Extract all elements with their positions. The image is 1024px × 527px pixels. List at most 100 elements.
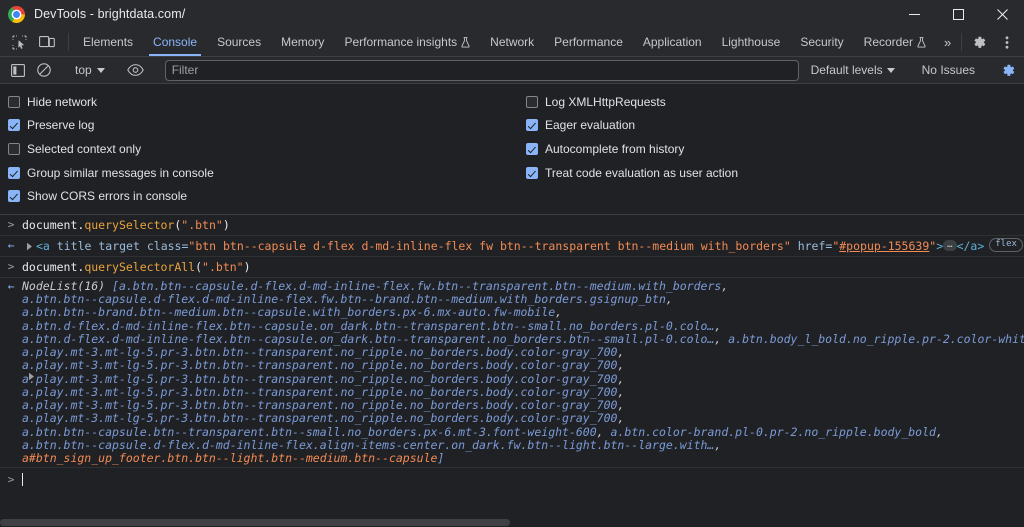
nodelist-item: a.play.mt-3.mt-lg-5.pr-3.btn.btn--transp…: [22, 358, 617, 372]
expand-arrow[interactable]: [22, 238, 36, 251]
tab-performance[interactable]: Performance: [544, 28, 633, 56]
window-controls: [892, 0, 1024, 28]
nodelist-item: a#btn_sign_up_footer.btn.btn--light.btn-…: [22, 451, 437, 465]
device-toolbar-icon[interactable]: [34, 30, 60, 54]
tab-security[interactable]: Security: [790, 28, 853, 56]
nodelist-item: a.btn.color-brand.pl-0.pr-2.no_ripple.bo…: [611, 425, 936, 439]
html-attr-href-name: href=: [798, 239, 833, 253]
tab-console[interactable]: Console: [143, 28, 207, 56]
show-console-sidebar-icon[interactable]: [6, 59, 30, 81]
tab-network[interactable]: Network: [480, 28, 544, 56]
maximize-icon[interactable]: [936, 0, 980, 28]
command-object: document: [22, 218, 77, 232]
checkbox-checked-icon[interactable]: [526, 143, 538, 155]
console-message-list[interactable]: > document.querySelector(".btn") ← <a ti…: [0, 215, 1024, 527]
setting-group-similar-messages[interactable]: Group similar messages in console: [8, 161, 526, 185]
tab-label: Elements: [83, 35, 133, 49]
tab-memory[interactable]: Memory: [271, 28, 334, 56]
setting-label: Treat code evaluation as user action: [545, 166, 738, 180]
html-attr-class-name: class=: [147, 239, 189, 253]
checkbox-checked-icon[interactable]: [8, 190, 20, 202]
tab-application[interactable]: Application: [633, 28, 712, 56]
filter-input[interactable]: [172, 63, 792, 77]
execution-context-selector[interactable]: top: [69, 60, 111, 80]
tab-list: Elements Console Sources Memory Performa…: [73, 28, 957, 56]
checkbox-checked-icon[interactable]: [8, 119, 20, 131]
command-paren-open: (: [195, 260, 202, 274]
checkbox-checked-icon[interactable]: [526, 167, 538, 179]
more-tabs-button[interactable]: »: [936, 28, 957, 56]
command-method: querySelectorAll: [84, 260, 195, 274]
nodelist-item: a.play.mt-3.mt-lg-5.pr-3.btn.btn--transp…: [22, 372, 617, 386]
checkbox-checked-icon[interactable]: [8, 167, 20, 179]
minimize-icon[interactable]: [892, 0, 936, 28]
tab-bar-divider: [68, 33, 69, 51]
execution-context-value: top: [75, 63, 92, 77]
checkbox-unchecked-icon[interactable]: [8, 96, 20, 108]
horizontal-scrollbar[interactable]: [0, 518, 1024, 527]
console-result-message[interactable]: ← <a title target class="btn btn--capsul…: [0, 236, 1024, 257]
log-levels-label: Default levels: [811, 63, 883, 77]
clear-console-icon[interactable]: [32, 59, 56, 81]
close-icon[interactable]: [980, 0, 1024, 28]
nodelist-separator: ,: [714, 319, 721, 333]
setting-autocomplete-from-history[interactable]: Autocomplete from history: [526, 137, 1024, 161]
console-command-text: document.querySelector(".btn"): [22, 217, 1024, 233]
setting-preserve-log[interactable]: Preserve log: [8, 114, 526, 138]
html-href-link[interactable]: #popup-155639: [839, 239, 929, 253]
setting-selected-context-only[interactable]: Selected context only: [8, 137, 526, 161]
console-input-message[interactable]: > document.querySelector(".btn"): [0, 215, 1024, 236]
nodelist-item: a.btn.d-flex.d-md-inline-flex.btn--capsu…: [22, 319, 714, 333]
horizontal-scrollbar-thumb[interactable]: [0, 519, 510, 526]
window-title: DevTools - brightdata.com/: [34, 7, 185, 21]
tab-performance-insights[interactable]: Performance insights: [334, 28, 480, 56]
issues-counter[interactable]: No Issues: [914, 63, 983, 77]
text-cursor: [22, 473, 23, 486]
console-prompt[interactable]: >: [0, 468, 1024, 491]
setting-log-xmlhttprequests[interactable]: Log XMLHttpRequests: [526, 90, 1024, 114]
devtools-tab-bar: Elements Console Sources Memory Performa…: [0, 28, 1024, 57]
nodelist-separator: ,: [714, 332, 721, 346]
vertical-scrollbar[interactable]: [1015, 215, 1024, 527]
tab-bar-left-icons: [0, 28, 64, 56]
more-options-icon[interactable]: [994, 30, 1020, 54]
setting-eager-evaluation[interactable]: Eager evaluation: [526, 114, 1024, 138]
html-tag-open: <a: [36, 239, 50, 253]
console-nodelist-result[interactable]: ← NodeList(16) [a.btn.btn--capsule.d-fle…: [0, 278, 1024, 469]
console-input-message[interactable]: > document.querySelectorAll(".btn"): [0, 257, 1024, 278]
log-levels-dropdown[interactable]: Default levels: [805, 63, 901, 77]
checkbox-unchecked-icon[interactable]: [8, 143, 20, 155]
setting-treat-code-evaluation[interactable]: Treat code evaluation as user action: [526, 161, 1024, 185]
nodelist-separator: ,: [714, 438, 721, 452]
command-argument: ".btn": [202, 260, 244, 274]
command-argument: ".btn": [181, 218, 223, 232]
html-attr-target: target: [98, 239, 140, 253]
tab-label: Application: [643, 35, 702, 49]
nodelist-close-bracket: ]: [437, 451, 444, 465]
nodelist-label: NodeList(16): [22, 279, 105, 293]
settings-gear-icon[interactable]: [966, 30, 992, 54]
html-tag-gt: >: [936, 239, 943, 253]
tab-label: Recorder: [864, 35, 913, 49]
nodelist-separator: ,: [721, 279, 728, 293]
expand-nodelist-arrow[interactable]: [28, 372, 35, 381]
checkbox-checked-icon[interactable]: [526, 119, 538, 131]
checkbox-unchecked-icon[interactable]: [526, 96, 538, 108]
setting-hide-network[interactable]: Hide network: [8, 90, 526, 114]
tab-lighthouse[interactable]: Lighthouse: [712, 28, 791, 56]
inspect-element-icon[interactable]: [6, 30, 32, 54]
nodelist-item: a.btn.body_l_bold.no_ripple.pr-2.color-w…: [728, 332, 1024, 346]
nodelist-separator: ,: [617, 358, 624, 372]
nodelist-item: a.btn.btn--brand.btn--medium.btn--capsul…: [22, 305, 555, 319]
html-attr-title: title: [57, 239, 92, 253]
expand-children-icon[interactable]: …: [943, 240, 956, 251]
tab-label: Console: [153, 35, 197, 49]
console-settings-gear-icon[interactable]: [996, 59, 1020, 81]
setting-show-cors-errors[interactable]: Show CORS errors in console: [8, 184, 526, 208]
live-expression-icon[interactable]: [124, 59, 148, 81]
tab-label: Performance insights: [344, 35, 457, 49]
tab-sources[interactable]: Sources: [207, 28, 271, 56]
tab-elements[interactable]: Elements: [73, 28, 143, 56]
filter-field[interactable]: [165, 60, 799, 81]
tab-recorder[interactable]: Recorder: [854, 28, 936, 56]
